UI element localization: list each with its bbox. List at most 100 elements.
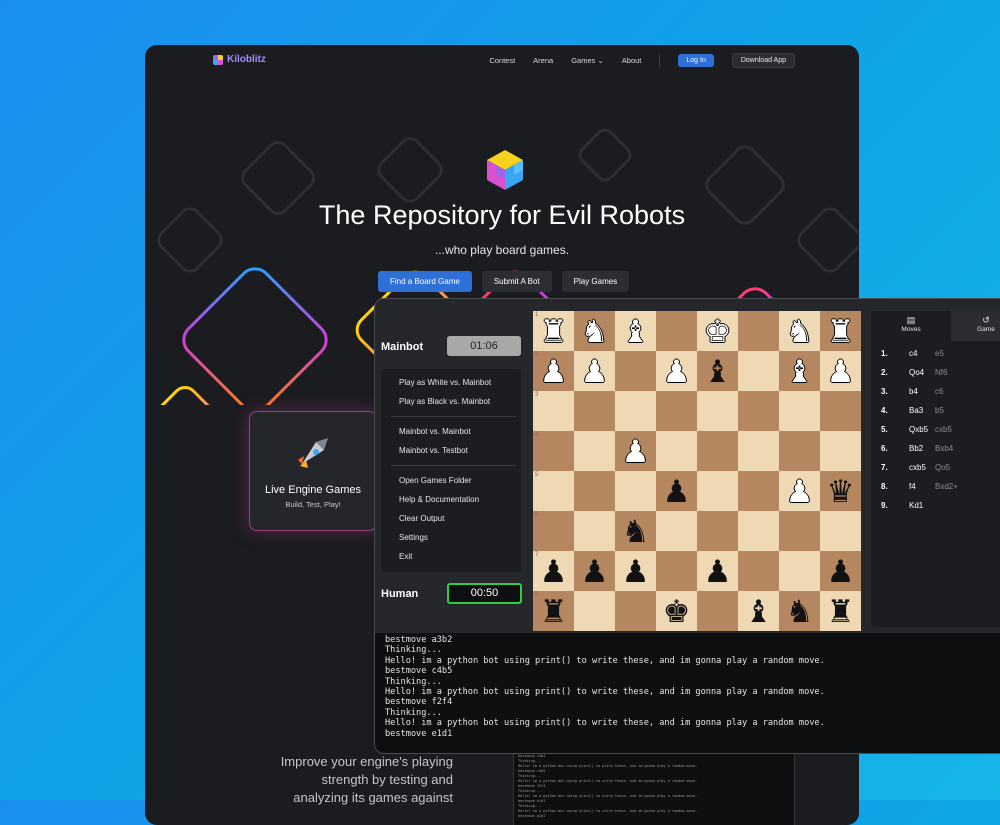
board-square[interactable] [574,511,615,551]
board-square[interactable] [738,431,779,471]
board-square[interactable] [656,391,697,431]
board-square[interactable] [615,391,656,431]
board-square[interactable]: ♟ [820,551,861,591]
board-square[interactable]: 4 [533,431,574,471]
board-square[interactable]: ♝ [615,311,656,351]
board-square[interactable]: ♝ [738,591,779,631]
black-pawn-icon[interactable]: ♟ [704,556,732,587]
board-square[interactable]: ♟ [697,551,738,591]
board-square[interactable]: 7 ♟ [533,551,574,591]
white-pawn-icon[interactable]: ♟ [786,476,814,507]
board-square[interactable]: 5 [533,471,574,511]
board-square[interactable]: ♝ [779,351,820,391]
black-pawn-icon[interactable]: ♟ [540,556,568,587]
menu-help-documentation[interactable]: Help & Documentation [399,495,479,504]
white-pawn-icon[interactable]: ♟ [622,436,650,467]
white-rook-icon[interactable]: ♜ [827,316,855,347]
black-pawn-icon[interactable]: ♟ [622,556,650,587]
move-row[interactable]: 5. Qxb5 cxb5 [881,425,952,434]
board-square[interactable] [779,431,820,471]
board-square[interactable] [656,311,697,351]
board-square[interactable] [779,551,820,591]
board-square[interactable]: ♟ [615,551,656,591]
board-square[interactable] [738,551,779,591]
nav-contest[interactable]: Contest [489,56,515,65]
move-row[interactable]: 1. c4 e5 [881,349,944,358]
board-square[interactable]: ♞ [779,591,820,631]
board-square[interactable]: ♟ [615,431,656,471]
board-square[interactable]: ♟ [820,351,861,391]
board-square[interactable] [574,591,615,631]
board-square[interactable]: ♝ [697,351,738,391]
board-square[interactable]: 1 ♜ [533,311,574,351]
board-square[interactable] [574,391,615,431]
menu-mainbot-vs-mainbot[interactable]: Mainbot vs. Mainbot [399,427,471,436]
board-square[interactable] [697,431,738,471]
board-square[interactable]: 3 [533,391,574,431]
move-row[interactable]: 8. f4 Bxd2+ [881,482,958,491]
board-square[interactable] [615,351,656,391]
board-square[interactable] [656,431,697,471]
play-games-button[interactable]: Play Games [561,271,630,292]
board-square[interactable] [574,471,615,511]
board-square[interactable]: ♞ [574,311,615,351]
menu-play-white[interactable]: Play as White vs. Mainbot [399,378,491,387]
menu-open-games-folder[interactable]: Open Games Folder [399,476,471,485]
nav-arena[interactable]: Arena [533,56,553,65]
board-square[interactable] [820,511,861,551]
nav-about[interactable]: About [622,56,642,65]
board-square[interactable]: 6 [533,511,574,551]
menu-play-black[interactable]: Play as Black vs. Mainbot [399,397,490,406]
white-knight-icon[interactable]: ♞ [786,316,814,347]
board-square[interactable] [656,511,697,551]
board-square[interactable] [697,471,738,511]
black-pawn-icon[interactable]: ♟ [827,556,855,587]
board-square[interactable]: ♞ [615,511,656,551]
board-square[interactable]: ♟ [574,351,615,391]
white-knight-icon[interactable]: ♞ [581,316,609,347]
board-square[interactable]: ♟ [779,471,820,511]
white-bishop-icon[interactable]: ♝ [622,316,650,347]
board-square[interactable] [820,431,861,471]
board-square[interactable] [738,471,779,511]
tab-game[interactable]: ↺ Game [951,311,1000,341]
black-queen-icon[interactable]: ♛ [827,476,855,507]
board-square[interactable]: ♞ [779,311,820,351]
live-engine-games-card[interactable]: Live Engine Games Build, Test, Play! [249,411,377,531]
board-square[interactable] [738,311,779,351]
board-square[interactable]: ♟ [574,551,615,591]
move-row[interactable]: 9. Kd1 [881,501,935,510]
brand-logo[interactable]: Kiloblitz [213,54,266,65]
board-square[interactable]: ♜ [820,591,861,631]
board-square[interactable] [697,391,738,431]
move-row[interactable]: 3. b4 c6 [881,387,943,396]
black-knight-icon[interactable]: ♞ [786,596,814,627]
nav-games[interactable]: Games ⌄ [571,56,604,65]
find-board-game-button[interactable]: Find a Board Game [378,271,472,292]
board-square[interactable]: ♛ [820,471,861,511]
move-row[interactable]: 7. cxb5 Qo5 [881,463,950,472]
black-pawn-icon[interactable]: ♟ [581,556,609,587]
board-square[interactable] [656,551,697,591]
board-square[interactable]: 2 ♟ [533,351,574,391]
board-square[interactable] [738,391,779,431]
board-square[interactable] [615,591,656,631]
black-bishop-icon[interactable]: ♝ [704,356,732,387]
white-pawn-icon[interactable]: ♟ [581,356,609,387]
board-square[interactable]: 8 ♜ [533,591,574,631]
tab-moves[interactable]: ▤ Moves [871,311,951,341]
menu-mainbot-vs-testbot[interactable]: Mainbot vs. Testbot [399,446,468,455]
board-square[interactable] [738,351,779,391]
move-row[interactable]: 4. Ba3 b5 [881,406,944,415]
black-knight-icon[interactable]: ♞ [622,516,650,547]
black-bishop-icon[interactable]: ♝ [745,596,773,627]
board-square[interactable]: ♟ [656,351,697,391]
white-pawn-icon[interactable]: ♟ [663,356,691,387]
board-square[interactable] [779,391,820,431]
white-rook-icon[interactable]: ♜ [540,316,568,347]
login-button[interactable]: Log In [678,54,714,67]
board-square[interactable]: ♜ [820,311,861,351]
white-king-icon[interactable]: ♚ [704,316,732,347]
board-square[interactable] [779,511,820,551]
board-square[interactable] [820,391,861,431]
